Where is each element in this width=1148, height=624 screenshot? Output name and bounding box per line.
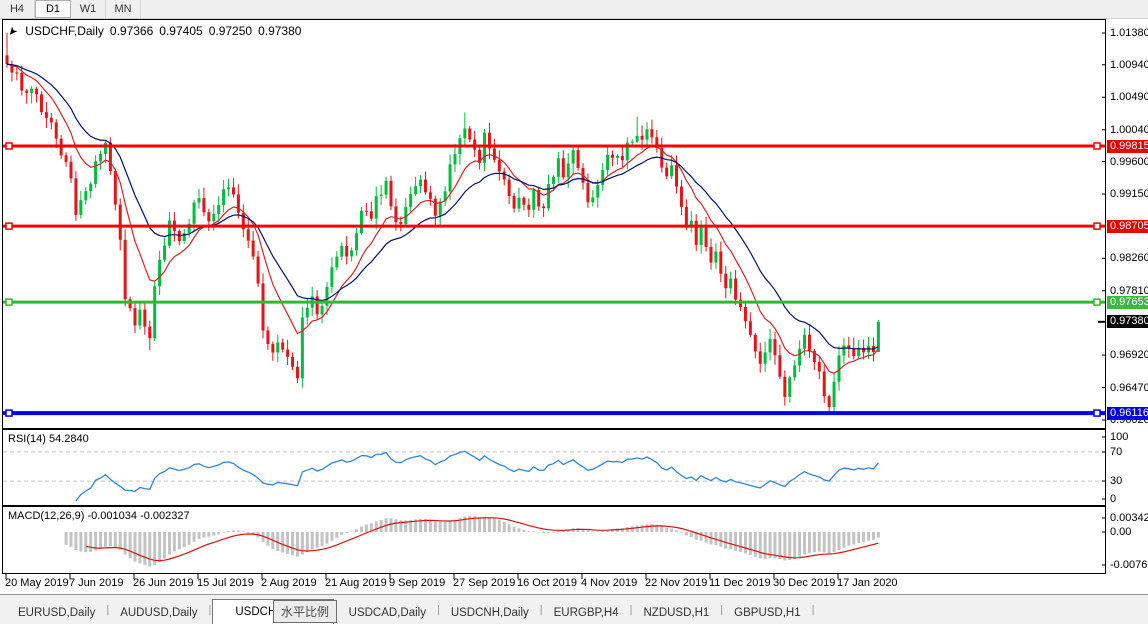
price-tick-label: 0.98260: [1110, 252, 1148, 265]
chart-header: ➤ USDCHF,Daily 0.97366 0.97405 0.97250 0…: [4, 23, 302, 39]
price-tick-label: 1.00490: [1110, 91, 1148, 104]
price-level-badge: 0.97653: [1107, 295, 1148, 309]
price-tick-label: 0.99150: [1110, 188, 1148, 200]
price-tick-label: 0.96470: [1110, 381, 1148, 394]
date-label: 9 Sep 2019: [389, 577, 446, 589]
tab-usdcnh[interactable]: USDCNH,Daily: [441, 602, 539, 624]
date-axis-row: 20 May 2019 7 Jun 2019 26 Jun 2019 15 Jul 2…: [0, 574, 1148, 594]
date-label: 16 Oct 2019: [517, 577, 577, 589]
date-label: 7 Jun 2019: [69, 577, 124, 589]
timeframe-button-d1[interactable]: D1: [35, 0, 71, 18]
price-tick-label: 0.99600: [1110, 155, 1148, 168]
date-label: 20 May 2019: [5, 577, 69, 589]
tab-nzdusd[interactable]: NZDUSD,H1: [633, 602, 719, 624]
ohlc-open: 0.97366: [109, 24, 154, 38]
price-tick-label: 1.00940: [1110, 58, 1148, 71]
price-level-badge: 0.97380: [1107, 315, 1148, 329]
chart-pointer-icon: ➤: [4, 23, 20, 39]
ohlc-low: 0.97250: [208, 24, 253, 38]
date-label: 26 Jun 2019: [133, 577, 194, 589]
timeframe-button-w1[interactable]: W1: [71, 0, 106, 18]
timeframe-toolbar: H4 D1 W1 MN: [0, 0, 1148, 19]
date-label: 11 Dec 2019: [709, 577, 771, 589]
ohlc-close: 0.97380: [258, 24, 302, 38]
indicator-axis-label: -0.007615: [1110, 559, 1148, 571]
date-label: 17 Jan 2020: [837, 577, 898, 589]
price-level-badge: 0.99815: [1107, 139, 1148, 153]
chart-tab-bar: EURUSD,Daily|AUDUSD,Daily|USDCHF,Daily|U…: [0, 594, 1148, 624]
tab-gbpusd[interactable]: GBPUSD,H1: [724, 602, 810, 624]
timeframe-button-mn[interactable]: MN: [106, 0, 141, 18]
tab-separator: |: [811, 603, 815, 616]
tab-audusd[interactable]: AUDUSD,Daily: [110, 602, 207, 624]
tab-usdcad[interactable]: USDCAD,Daily: [339, 602, 436, 624]
horizontal-scale-tooltip: 水平比例: [273, 600, 338, 623]
macd-label: MACD(12,26,9) -0.001034 -0.002327: [8, 510, 190, 522]
price-level-badge: 0.98705: [1107, 219, 1148, 233]
date-label: 30 Dec 2019: [773, 577, 836, 589]
indicator-axis-label: 30: [1110, 475, 1123, 487]
date-label: 27 Sep 2019: [453, 577, 516, 589]
ohlc-high: 0.97405: [159, 24, 203, 38]
indicator-axis-label: 0: [1110, 493, 1117, 505]
indicator-axis-label: 0.00: [1110, 526, 1132, 538]
main-chart-plot[interactable]: [2, 19, 1106, 429]
indicator-axis-label: 100: [1110, 431, 1129, 443]
tab-eurusd[interactable]: EURUSD,Daily: [8, 602, 105, 624]
timeframe-button-h4[interactable]: H4: [0, 0, 35, 18]
price-tick-label: 0.96920: [1110, 349, 1148, 362]
date-label: 21 Aug 2019: [325, 577, 387, 589]
date-label: 4 Nov 2019: [581, 577, 638, 589]
chart-symbol-period: USDCHF,Daily: [25, 24, 104, 38]
mt4-window: H4 D1 W1 MN ➤ USDCHF,Daily 0.97366 0.97405 …: [0, 0, 1148, 624]
price-tick-label: 1.00040: [1110, 123, 1148, 136]
date-label: 2 Aug 2019: [261, 577, 317, 589]
indicator-axis-label: 70: [1110, 446, 1123, 458]
rsi-label: RSI(14) 54.2840: [8, 433, 89, 445]
tab-eurgbp[interactable]: EURGBP,H4: [544, 602, 629, 624]
price-tick-label: 1.01380: [1110, 27, 1148, 39]
date-label: 22 Nov 2019: [645, 577, 708, 589]
date-label: 15 Jul 2019: [197, 577, 254, 589]
price-level-badge: 0.96116: [1107, 406, 1148, 420]
indicator-axis-label: 0.003428: [1110, 512, 1148, 524]
rsi-plot[interactable]: [2, 429, 1106, 506]
